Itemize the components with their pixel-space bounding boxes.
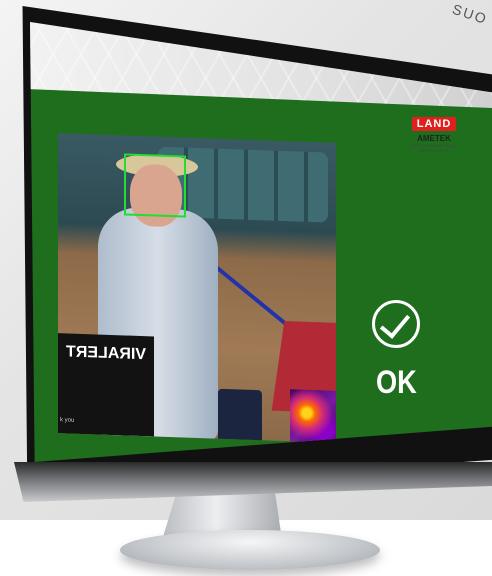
suitcase (218, 388, 262, 443)
logo-tagline: PROCESS & ANALYTICAL INSTRUMENTS (409, 143, 459, 153)
camera-feed: VIRALERT k you (58, 133, 336, 443)
check-circle-icon (372, 300, 420, 348)
checkmark-icon (379, 307, 411, 339)
kiosk-label: VIRALERT (66, 343, 146, 364)
kiosk-small-text: k you (60, 417, 75, 424)
monitor-screen: LAND AMETEK PROCESS & ANALYTICAL INSTRUM… (30, 22, 492, 462)
monitor-stand-base (120, 530, 380, 570)
thermal-image-inset (290, 389, 336, 443)
logo-land: LAND (411, 117, 457, 131)
status-text: OK (376, 364, 417, 400)
logo-ametek: AMETEK (417, 134, 451, 143)
land-ametek-logo: LAND AMETEK PROCESS & ANALYTICAL INSTRUM… (408, 114, 460, 154)
face-detection-box (124, 153, 186, 218)
viralert-kiosk: VIRALERT k you (58, 333, 154, 437)
